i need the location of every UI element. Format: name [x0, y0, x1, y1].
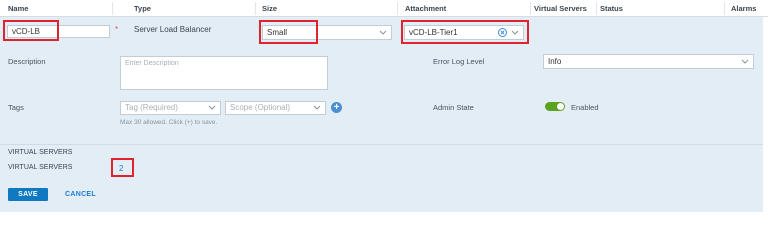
tag-select[interactable]: Tag (Required)	[120, 101, 221, 115]
section-divider	[0, 144, 763, 145]
save-button[interactable]: SAVE	[8, 188, 48, 201]
chevron-down-icon	[379, 30, 387, 35]
tag-placeholder: Tag (Required)	[125, 103, 178, 112]
error-log-select[interactable]: Info	[543, 54, 754, 69]
column-header-name[interactable]: Name	[8, 4, 28, 13]
column-divider	[724, 2, 725, 15]
type-value: Server Load Balancer	[134, 25, 212, 34]
virtual-servers-label: VIRTUAL SERVERS	[8, 164, 73, 171]
description-textarea[interactable]: Enter Description	[120, 56, 328, 90]
toggle-knob	[557, 103, 564, 110]
column-header-alarms[interactable]: Alarms	[731, 4, 756, 13]
admin-state-label: Admin State	[433, 103, 474, 112]
edit-panel	[0, 17, 768, 212]
column-header-status[interactable]: Status	[600, 4, 623, 13]
highlight-attachment	[401, 20, 529, 44]
chevron-down-icon	[313, 105, 321, 110]
highlight-virtual-servers	[111, 158, 134, 177]
column-divider	[596, 2, 597, 15]
column-divider	[255, 2, 256, 15]
virtual-servers-section-title: VIRTUAL SERVERS	[8, 149, 73, 156]
scope-select[interactable]: Scope (Optional)	[225, 101, 326, 115]
column-divider	[397, 2, 398, 15]
chevron-down-icon	[208, 105, 216, 110]
admin-state-toggle[interactable]	[545, 102, 565, 111]
column-header-attachment[interactable]: Attachment	[405, 4, 446, 13]
description-label: Description	[8, 57, 46, 66]
chevron-down-icon	[741, 59, 749, 64]
tags-label: Tags	[8, 103, 24, 112]
error-log-value: Info	[548, 57, 562, 66]
description-placeholder: Enter Description	[125, 60, 179, 67]
column-header-type[interactable]: Type	[134, 4, 151, 13]
admin-state-value: Enabled	[571, 103, 599, 112]
cancel-button[interactable]: CANCEL	[65, 188, 96, 201]
column-header-size[interactable]: Size	[262, 4, 277, 13]
tags-hint: Max 30 allowed. Click (+) to save.	[120, 119, 218, 126]
column-header-virtual-servers[interactable]: Virtual Servers	[534, 4, 587, 13]
required-marker: *	[115, 25, 119, 34]
column-divider	[112, 2, 113, 15]
highlight-name	[3, 20, 59, 41]
highlight-size	[259, 20, 318, 44]
error-log-label: Error Log Level	[433, 57, 485, 66]
column-divider	[530, 2, 531, 15]
table-header: Name Type Size Attachment Virtual Server…	[0, 0, 768, 17]
add-tag-icon[interactable]: +	[331, 102, 342, 113]
panel-edge	[763, 17, 768, 212]
scope-placeholder: Scope (Optional)	[230, 103, 291, 112]
